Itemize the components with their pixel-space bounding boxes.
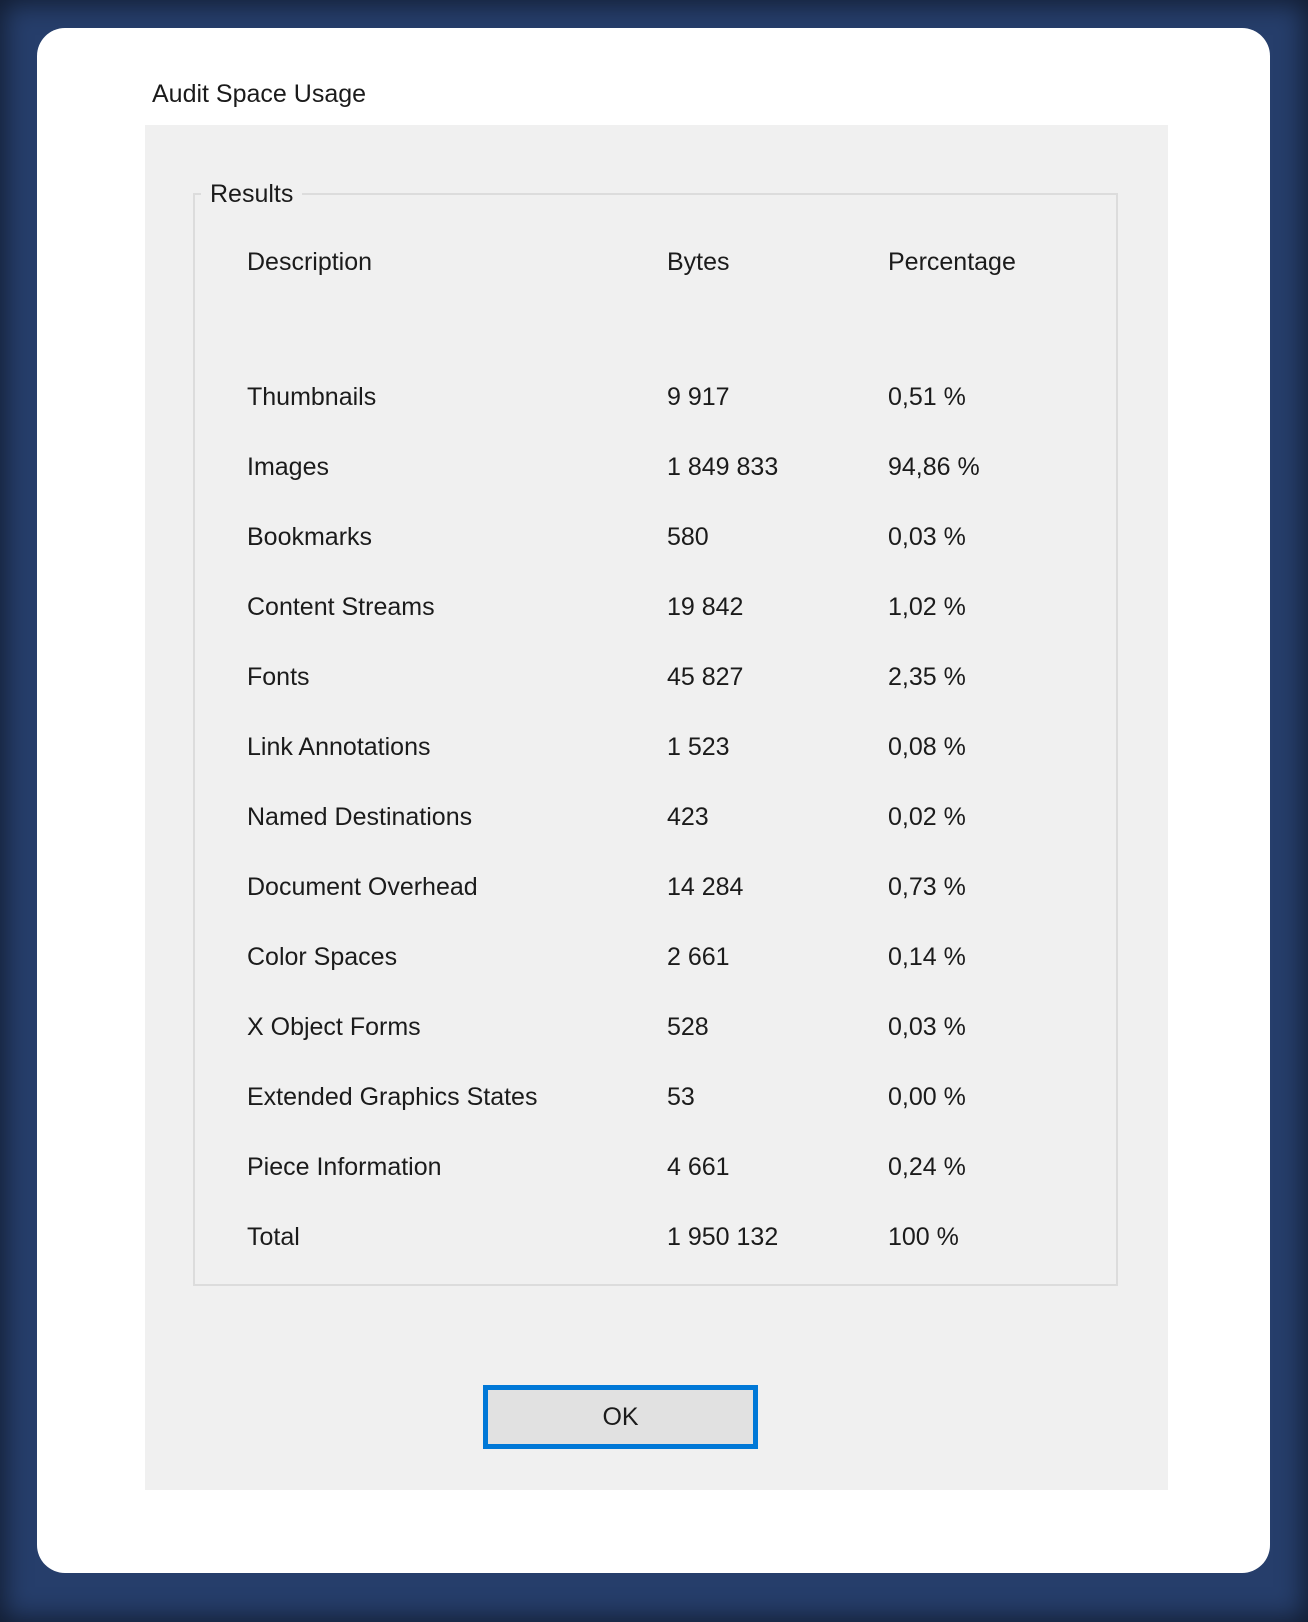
cell-bytes: 1 849 833 (667, 453, 779, 481)
cell-percentage: 0,02 % (888, 803, 966, 831)
cell-percentage: 0,51 % (888, 383, 966, 411)
cell-percentage: 0,14 % (888, 943, 966, 971)
cell-bytes: 19 842 (667, 593, 744, 621)
cell-description: X Object Forms (247, 1013, 421, 1041)
cell-bytes: 4 661 (667, 1153, 730, 1181)
cell-percentage: 2,35 % (888, 663, 966, 691)
cell-description: Images (247, 453, 329, 481)
table-row: Fonts 45 827 2,35 % (195, 661, 1116, 693)
dialog-body-panel: Results Description Bytes Percentage Thu… (145, 125, 1168, 1490)
table-row: Color Spaces 2 661 0,14 % (195, 941, 1116, 973)
table-row: Bookmarks 580 0,03 % (195, 521, 1116, 553)
column-header-bytes: Bytes (667, 248, 730, 276)
results-groupbox: Results Description Bytes Percentage Thu… (193, 178, 1118, 1286)
cell-description: Piece Information (247, 1153, 442, 1181)
cell-percentage: 94,86 % (888, 453, 980, 481)
cell-description: Document Overhead (247, 873, 478, 901)
cell-description: Total (247, 1223, 300, 1251)
column-header-description: Description (247, 248, 373, 276)
table-row: Thumbnails 9 917 0,51 % (195, 381, 1116, 413)
cell-bytes: 1 523 (667, 733, 730, 761)
results-group-label: Results (201, 178, 303, 210)
cell-bytes: 53 (667, 1083, 695, 1111)
cell-percentage: 0,24 % (888, 1153, 966, 1181)
cell-bytes: 2 661 (667, 943, 730, 971)
cell-percentage: 100 % (888, 1223, 959, 1251)
cell-bytes: 1 950 132 (667, 1223, 779, 1251)
table-row: Document Overhead 14 284 0,73 % (195, 871, 1116, 903)
cell-percentage: 0,03 % (888, 1013, 966, 1041)
cell-percentage: 0,73 % (888, 873, 966, 901)
cell-bytes: 423 (667, 803, 709, 831)
cell-description: Content Streams (247, 593, 435, 621)
table-row: Content Streams 19 842 1,02 % (195, 591, 1116, 623)
cell-bytes: 580 (667, 523, 709, 551)
table-row: Images 1 849 833 94,86 % (195, 451, 1116, 483)
table-row: X Object Forms 528 0,03 % (195, 1011, 1116, 1043)
cell-description: Link Annotations (247, 733, 431, 761)
table-row: Link Annotations 1 523 0,08 % (195, 731, 1116, 763)
table-row: Named Destinations 423 0,02 % (195, 801, 1116, 833)
table-row: Total 1 950 132 100 % (195, 1221, 1116, 1253)
audit-space-usage-dialog: Audit Space Usage Results Description By… (37, 28, 1270, 1573)
cell-description: Bookmarks (247, 523, 373, 551)
cell-percentage: 0,08 % (888, 733, 966, 761)
cell-description: Fonts (247, 663, 310, 691)
cell-bytes: 14 284 (667, 873, 744, 901)
cell-bytes: 528 (667, 1013, 709, 1041)
cell-description: Color Spaces (247, 943, 398, 971)
cell-description: Named Destinations (247, 803, 473, 831)
cell-percentage: 1,02 % (888, 593, 966, 621)
cell-description: Extended Graphics States (247, 1083, 538, 1111)
table-row: Piece Information 4 661 0,24 % (195, 1151, 1116, 1183)
cell-bytes: 45 827 (667, 663, 744, 691)
ok-button[interactable]: OK (483, 1385, 758, 1449)
cell-percentage: 0,00 % (888, 1083, 966, 1111)
cell-description: Thumbnails (247, 383, 377, 411)
dialog-title: Audit Space Usage (152, 80, 367, 108)
table-row: Extended Graphics States 53 0,00 % (195, 1081, 1116, 1113)
cell-percentage: 0,03 % (888, 523, 966, 551)
cell-bytes: 9 917 (667, 383, 730, 411)
table-header-row: Description Bytes Percentage (195, 246, 1116, 278)
column-header-percentage: Percentage (888, 248, 1016, 276)
